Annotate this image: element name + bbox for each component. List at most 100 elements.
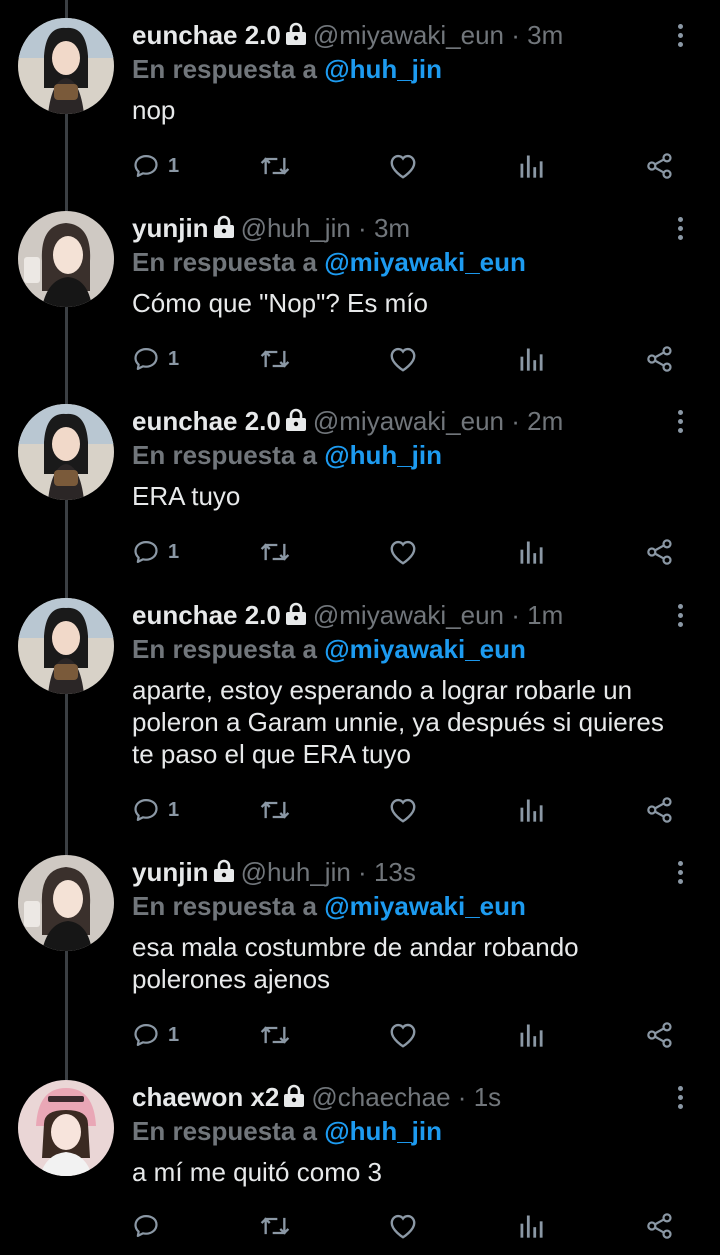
views-button[interactable] bbox=[518, 1206, 544, 1246]
views-button[interactable] bbox=[518, 532, 544, 572]
display-name[interactable]: yunjin bbox=[132, 857, 209, 887]
reply-icon bbox=[134, 347, 158, 371]
views-icon bbox=[520, 348, 543, 371]
retweet-button[interactable] bbox=[258, 146, 292, 186]
retweet-icon bbox=[260, 350, 290, 368]
views-button[interactable] bbox=[518, 790, 544, 830]
action-bar bbox=[132, 1206, 692, 1246]
separator-dot: · bbox=[358, 213, 367, 243]
mention-link[interactable]: @huh_jin bbox=[324, 440, 442, 470]
tweet-text: a mí me quitó como 3 bbox=[132, 1157, 382, 1187]
handle[interactable]: @miyawaki_eun bbox=[313, 20, 504, 50]
views-button[interactable] bbox=[518, 146, 544, 186]
share-button[interactable] bbox=[646, 1015, 674, 1055]
reply-count: 1 bbox=[168, 540, 180, 563]
timestamp[interactable]: 13s bbox=[374, 857, 416, 887]
share-button[interactable] bbox=[646, 532, 674, 572]
avatar[interactable] bbox=[18, 1080, 114, 1176]
views-button[interactable] bbox=[518, 1015, 544, 1055]
tweet-text: esa mala costumbre de andar robando pole… bbox=[132, 932, 579, 994]
like-icon bbox=[390, 798, 416, 823]
views-icon bbox=[520, 799, 543, 822]
retweet-button[interactable] bbox=[258, 532, 292, 572]
retweet-button[interactable] bbox=[258, 1015, 292, 1055]
more-options-button[interactable] bbox=[670, 1080, 690, 1114]
handle[interactable]: @chaechae bbox=[311, 1082, 450, 1112]
mention-link[interactable]: @miyawaki_eun bbox=[324, 247, 526, 277]
like-button[interactable] bbox=[388, 1206, 418, 1246]
avatar[interactable] bbox=[18, 855, 114, 951]
lock-icon bbox=[213, 213, 235, 247]
retweet-button[interactable] bbox=[258, 339, 292, 379]
reply-button[interactable] bbox=[132, 1206, 168, 1246]
like-button[interactable] bbox=[388, 146, 418, 186]
reply-icon bbox=[134, 1214, 158, 1238]
like-button[interactable] bbox=[388, 1015, 418, 1055]
reply-button[interactable]: 1 bbox=[132, 1015, 179, 1055]
more-icon bbox=[677, 1085, 683, 1091]
more-options-button[interactable] bbox=[670, 18, 690, 52]
timestamp[interactable]: 1s bbox=[474, 1082, 501, 1112]
retweet-icon bbox=[260, 801, 290, 819]
reply-context: En respuesta a @huh_jin bbox=[132, 438, 676, 472]
share-icon bbox=[647, 539, 672, 565]
reply-count: 1 bbox=[168, 1023, 180, 1046]
views-button[interactable] bbox=[518, 339, 544, 379]
display-name[interactable]: eunchae 2.0 bbox=[132, 406, 281, 436]
mention-link[interactable]: @huh_jin bbox=[324, 54, 442, 84]
reply-button[interactable]: 1 bbox=[132, 790, 179, 830]
like-button[interactable] bbox=[388, 339, 418, 379]
timestamp[interactable]: 3m bbox=[527, 20, 563, 50]
reply-button[interactable]: 1 bbox=[132, 532, 179, 572]
like-button[interactable] bbox=[388, 532, 418, 572]
action-bar: 1 bbox=[132, 790, 692, 830]
avatar[interactable] bbox=[18, 211, 114, 307]
reply-context: En respuesta a @miyawaki_eun bbox=[132, 632, 676, 666]
retweet-button[interactable] bbox=[258, 790, 292, 830]
reply-context: En respuesta a @miyawaki_eun bbox=[132, 245, 676, 279]
tweet-text: nop bbox=[132, 95, 176, 125]
action-bar: 1 bbox=[132, 1015, 692, 1055]
avatar[interactable] bbox=[18, 598, 114, 694]
timestamp[interactable]: 2m bbox=[527, 406, 563, 436]
display-name[interactable]: eunchae 2.0 bbox=[132, 600, 281, 630]
action-bar: 1 bbox=[132, 339, 692, 379]
handle[interactable]: @huh_jin bbox=[241, 213, 351, 243]
like-icon bbox=[390, 154, 416, 179]
avatar[interactable] bbox=[18, 18, 114, 114]
mention-link[interactable]: @miyawaki_eun bbox=[324, 634, 526, 664]
reply-button[interactable]: 1 bbox=[132, 339, 179, 379]
share-icon bbox=[647, 1213, 672, 1239]
reply-prefix: En respuesta a bbox=[132, 440, 317, 470]
handle[interactable]: @huh_jin bbox=[241, 857, 351, 887]
share-button[interactable] bbox=[646, 146, 674, 186]
action-bar: 1 bbox=[132, 532, 692, 572]
retweet-button[interactable] bbox=[258, 1206, 292, 1246]
tweet-text: aparte, estoy esperando a lograr robarle… bbox=[132, 675, 664, 769]
more-options-button[interactable] bbox=[670, 855, 690, 889]
share-button[interactable] bbox=[646, 1206, 674, 1246]
timestamp[interactable]: 3m bbox=[374, 213, 410, 243]
reply-prefix: En respuesta a bbox=[132, 1116, 317, 1146]
views-icon bbox=[520, 155, 543, 178]
share-button[interactable] bbox=[646, 339, 674, 379]
more-options-button[interactable] bbox=[670, 211, 690, 245]
display-name[interactable]: eunchae 2.0 bbox=[132, 20, 281, 50]
reply-button[interactable]: 1 bbox=[132, 146, 179, 186]
display-name[interactable]: yunjin bbox=[132, 213, 209, 243]
mention-link[interactable]: @miyawaki_eun bbox=[324, 891, 526, 921]
more-options-button[interactable] bbox=[670, 404, 690, 438]
views-icon bbox=[520, 541, 543, 564]
handle[interactable]: @miyawaki_eun bbox=[313, 406, 504, 436]
avatar[interactable] bbox=[18, 404, 114, 500]
like-icon bbox=[390, 1214, 416, 1239]
reply-count: 1 bbox=[168, 154, 180, 177]
handle[interactable]: @miyawaki_eun bbox=[313, 600, 504, 630]
mention-link[interactable]: @huh_jin bbox=[324, 1116, 442, 1146]
timestamp[interactable]: 1m bbox=[527, 600, 563, 630]
share-button[interactable] bbox=[646, 790, 674, 830]
display-name[interactable]: chaewon x2 bbox=[132, 1082, 279, 1112]
like-button[interactable] bbox=[388, 790, 418, 830]
separator-dot: · bbox=[511, 600, 520, 630]
more-options-button[interactable] bbox=[670, 598, 690, 632]
